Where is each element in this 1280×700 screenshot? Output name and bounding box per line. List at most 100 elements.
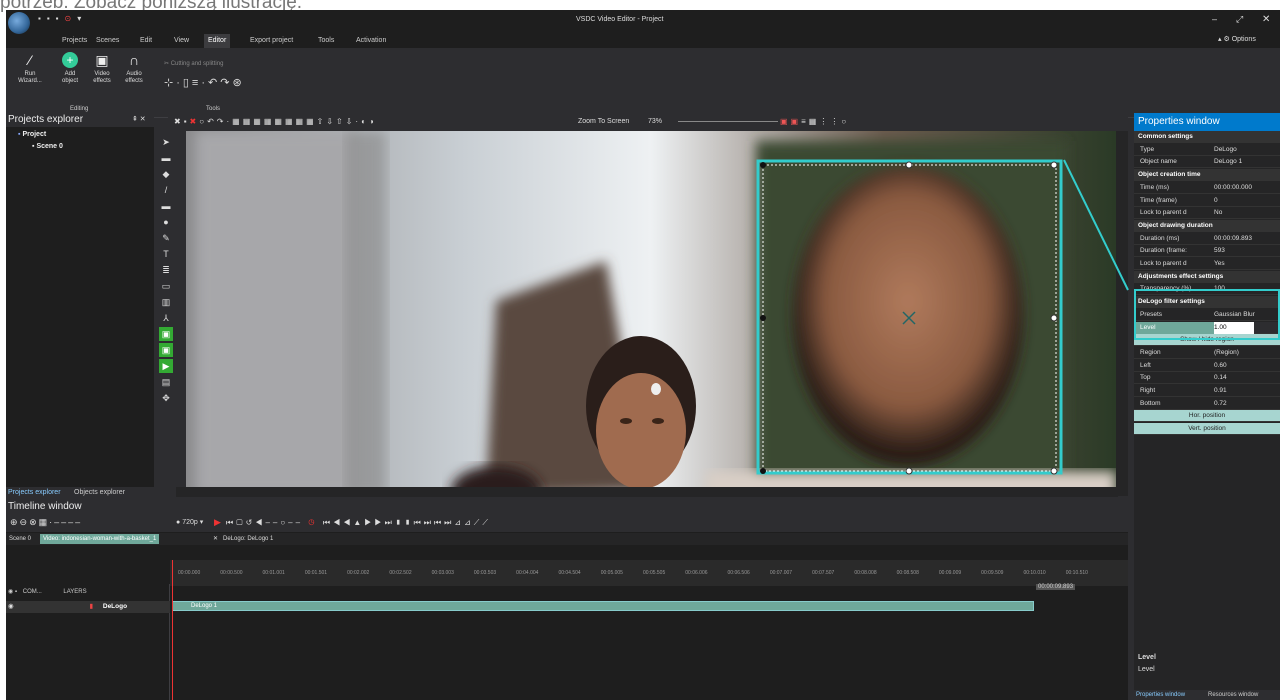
property-row[interactable]: Duration (frame: 593 <box>1134 245 1280 258</box>
lock-icon[interactable]: ▪ <box>15 589 17 595</box>
property-section[interactable]: Object creation time <box>1134 169 1280 182</box>
property-row[interactable]: Time (ms) 00:00:00.000 <box>1134 182 1280 194</box>
property-row[interactable]: Lock to parent d Yes <box>1134 258 1280 270</box>
property-section[interactable]: Common settings <box>1134 131 1280 143</box>
move-tool-icon[interactable]: ✥ <box>159 391 173 405</box>
video-tool-icon[interactable]: ▬ <box>159 151 173 165</box>
handle-tl[interactable] <box>760 162 766 168</box>
audio-effects-button[interactable]: ∩ Audio effects <box>120 52 148 85</box>
text-tool-icon[interactable]: T <box>159 247 173 261</box>
preview-horizontal-scrollbar[interactable] <box>176 487 1118 497</box>
run-wizard-button[interactable]: ⁄ Run Wizard... <box>16 52 44 85</box>
property-row[interactable]: Duration (ms) 00:00:09.893 <box>1134 233 1280 245</box>
property-row[interactable]: Object name DeLogo 1 <box>1134 156 1280 169</box>
explorer-tabs: Projects explorer Objects explorer <box>6 487 166 499</box>
menu-export-project[interactable]: Export project <box>246 34 297 48</box>
property-value: DeLogo <box>1214 145 1237 153</box>
handle-tc[interactable] <box>905 161 913 169</box>
time-ruler[interactable]: 00:00.000 00:00.500 00:01.001 00:01.501 00:0… <box>170 560 1128 586</box>
property-row[interactable]: Bottom 0.72 <box>1134 398 1280 410</box>
green-tool-2-icon[interactable]: ▣ <box>159 343 173 357</box>
tab-projects-explorer[interactable]: Projects explorer <box>6 487 63 499</box>
tab-video[interactable]: Video: indonesian-woman-with-a-basket_1 <box>40 534 160 544</box>
close-icon[interactable]: ✕ <box>1262 14 1270 25</box>
property-section[interactable]: Adjustments effect settings <box>1134 270 1280 283</box>
property-row[interactable]: Time (frame) 0 <box>1134 195 1280 207</box>
property-row[interactable]: Region (Region) <box>1134 347 1280 359</box>
minimize-icon[interactable]: – <box>1212 14 1217 24</box>
tree-scene[interactable]: ▪ Scene 0 <box>32 143 63 150</box>
tab-objects-explorer[interactable]: Objects explorer <box>72 487 127 499</box>
ruler-tick: 00:06.006 <box>685 570 708 576</box>
ruler-tick: 00:07.007 <box>769 570 793 576</box>
chart2-tool-icon[interactable]: ▤ <box>159 375 173 389</box>
property-value: 0.72 <box>1214 399 1227 407</box>
maximize-icon[interactable]: ⤢ <box>1236 14 1243 25</box>
audio-tool-icon[interactable]: ◆ <box>159 167 173 181</box>
video-preview[interactable] <box>186 131 1116 496</box>
property-row[interactable]: Lock to parent d No <box>1134 207 1280 220</box>
timeline-zoom-icons[interactable]: ⊕⊖⊗▦·‒‒‒‒ <box>10 516 82 529</box>
eye-icon[interactable]: ◉ <box>8 589 13 595</box>
property-row[interactable]: Left 0.60 <box>1134 360 1280 372</box>
video-effects-button[interactable]: ▣ Video effects <box>88 52 116 85</box>
playhead[interactable] <box>172 560 173 700</box>
tree-project[interactable]: ▪ Project <box>18 131 46 138</box>
chat-tool-icon[interactable]: ▭ <box>159 279 173 293</box>
ellipse-tool-icon[interactable]: ● <box>159 215 173 229</box>
delogo-track-header[interactable]: ◉ ▮ DeLogo <box>6 601 170 613</box>
tab-resources-window[interactable]: Resources window <box>1206 690 1260 700</box>
property-button[interactable]: Vert. position <box>1134 423 1280 436</box>
property-row[interactable]: Type DeLogo <box>1134 144 1280 156</box>
ruler-tick: 00:09.009 <box>938 570 962 576</box>
pin-icon[interactable]: ⇞ ✕ <box>132 115 146 123</box>
handle-mr[interactable] <box>1050 314 1058 322</box>
figure-tool-icon[interactable]: ⅄ <box>159 311 173 325</box>
ruler-tick: 00:02.502 <box>389 570 412 576</box>
property-row[interactable]: Right 0.91 <box>1134 385 1280 397</box>
subtitle-tool-icon[interactable]: ≣ <box>159 263 173 277</box>
tab-delogo[interactable]: DeLogo: DeLogo 1 <box>220 534 276 544</box>
line-tool-icon[interactable]: / <box>159 183 173 197</box>
forehead-mark <box>651 383 661 395</box>
menu-view[interactable]: View <box>170 34 193 48</box>
options-button[interactable]: ▴ ⚙ Options <box>1218 35 1256 43</box>
pointer-icon[interactable]: ➤ <box>159 135 173 149</box>
play-icon[interactable]: ▶ <box>214 516 221 529</box>
menu-tools[interactable]: Tools <box>314 34 338 48</box>
menu-scenes[interactable]: Scenes <box>92 34 123 48</box>
handle-bl[interactable] <box>760 468 766 474</box>
app-logo[interactable] <box>8 12 30 34</box>
handle-bc[interactable] <box>905 467 913 475</box>
toolbar-icons-right[interactable]: ▣▣≡▦⋮⋮○ <box>780 115 849 128</box>
properties-tabs: Properties window Resources window <box>1134 690 1280 700</box>
timeline-controls[interactable]: ⏮▢↺◀‒‒○‒‒ ◷ ⏮◀◀▲▶▶⏭▮▮⏮⏭⏮⏭⊿⊿⟋⟋ <box>226 516 491 529</box>
scissors-icon: ✂ <box>164 61 171 67</box>
green-tool-1-icon[interactable]: ▣ <box>159 327 173 341</box>
menu-activation[interactable]: Activation <box>352 34 390 48</box>
property-button[interactable]: Hor. position <box>1134 410 1280 423</box>
menu-edit[interactable]: Edit <box>136 34 156 48</box>
property-value: (Region) <box>1214 348 1239 356</box>
chart-tool-icon[interactable]: ▥ <box>159 295 173 309</box>
delogo-clip[interactable]: DeLogo 1 <box>172 601 1034 611</box>
tab-scene[interactable]: Scene 0 <box>6 534 34 544</box>
ruler-tick: 00:01.501 <box>304 570 328 576</box>
handle-ml[interactable] <box>760 315 766 321</box>
property-row[interactable]: Top 0.14 <box>1134 372 1280 385</box>
track-eye-icon[interactable]: ◉ <box>8 603 14 610</box>
pen-tool-icon[interactable]: ✎ <box>159 231 173 245</box>
tab-properties-window[interactable]: Properties window <box>1134 690 1187 700</box>
rect-tool-icon[interactable]: ▬ <box>159 199 173 213</box>
zoom-slider[interactable] <box>678 121 778 122</box>
menu-projects[interactable]: Projects <box>58 34 91 48</box>
property-section[interactable]: Object drawing duration <box>1134 219 1280 232</box>
resolution-select[interactable]: ● 720p ▾ <box>176 516 203 529</box>
ruler-tick: 00:00.500 <box>220 570 243 576</box>
add-object-button[interactable]: + Add object <box>56 52 84 85</box>
handle-br[interactable] <box>1050 467 1058 475</box>
toolbar-icons-left[interactable]: ✖▪✖○↶↷·▦▦▦▦▦▦▦▦⇧⇩⇧⇩·◐◑ <box>174 115 377 128</box>
green-tool-3-icon[interactable]: ▶ <box>159 359 173 373</box>
zoom-value[interactable]: 73% <box>648 115 662 128</box>
menu-editor[interactable]: Editor <box>204 34 231 48</box>
